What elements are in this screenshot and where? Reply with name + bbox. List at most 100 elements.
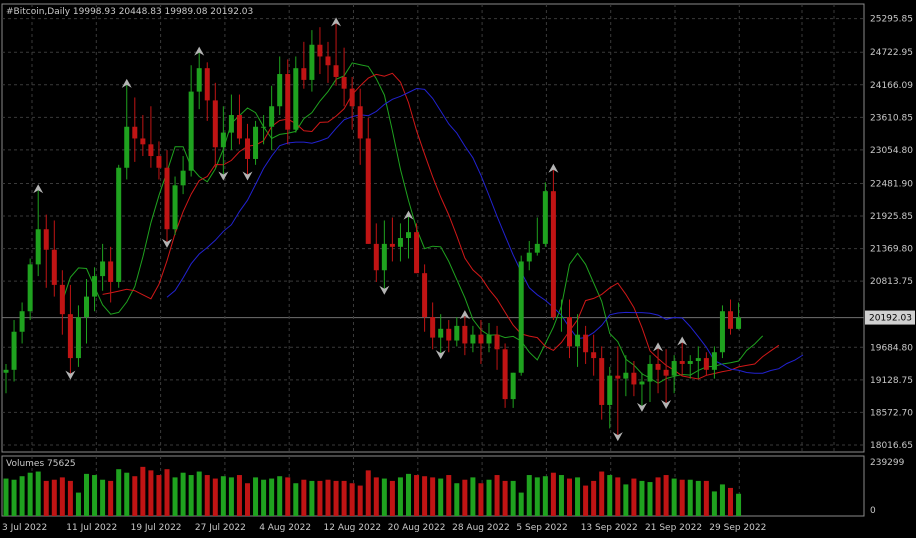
- candle-bull: [542, 191, 548, 244]
- volume-bar: [567, 478, 572, 516]
- candle-bear: [365, 138, 371, 244]
- volume-bar: [164, 469, 170, 516]
- candle-bear: [301, 68, 307, 80]
- volume-bar: [236, 475, 242, 516]
- candle-bull: [719, 311, 725, 353]
- candle-bull: [261, 126, 267, 128]
- candle-bear: [156, 156, 162, 168]
- volume-bar: [478, 483, 484, 516]
- candle-bull: [92, 276, 98, 297]
- date-tick-label: 5 Sep 2022: [516, 523, 567, 533]
- date-tick-label: 27 Jul 2022: [195, 523, 246, 533]
- volume-bar: [325, 479, 331, 516]
- candle-bull: [711, 352, 717, 370]
- price-frame: [1, 3, 865, 453]
- volume-bar: [655, 477, 661, 516]
- candle-bull: [188, 91, 194, 171]
- candle-bull: [293, 68, 299, 130]
- candle-bull: [19, 311, 25, 332]
- volume-bar: [671, 478, 677, 516]
- candle-bull: [397, 238, 403, 247]
- candle-bull: [438, 328, 444, 338]
- volume-bar: [414, 475, 420, 516]
- candle-bull: [84, 296, 89, 318]
- candle-bull: [35, 229, 41, 265]
- date-tick-label: 20 Aug 2022: [388, 523, 446, 533]
- candle-bear: [703, 358, 709, 370]
- chart-title: #Bitcoin,Daily 19998.93 20448.83 19989.0…: [6, 7, 253, 17]
- volume-bar: [35, 471, 41, 516]
- volume-bar: [317, 480, 323, 516]
- candle-bear: [550, 191, 556, 318]
- candle-bull: [180, 170, 186, 186]
- candle-bull: [220, 132, 226, 148]
- candle-bull: [470, 334, 476, 344]
- volume-bar: [406, 473, 411, 516]
- candle-bull: [486, 334, 492, 344]
- candle-bear: [245, 138, 250, 159]
- volume-bar: [486, 479, 492, 516]
- candle-bull: [3, 369, 9, 373]
- price-tick-label: 18016.65: [870, 441, 913, 451]
- candle-bear: [148, 144, 154, 157]
- volume-bar: [301, 479, 307, 516]
- candle-bull: [172, 185, 178, 230]
- volume-bar: [663, 475, 669, 516]
- price-tick-label: 25295.85: [870, 15, 913, 25]
- volume-bar: [639, 480, 645, 516]
- volume-bars: [3, 466, 742, 516]
- candle-bull: [406, 232, 411, 239]
- candle-bear: [631, 372, 637, 385]
- volume-bar: [341, 480, 347, 516]
- candle-bear: [108, 261, 114, 282]
- volume-bar: [245, 483, 250, 516]
- volume-bar: [261, 479, 267, 516]
- candle-bull: [518, 261, 524, 373]
- candle-bull: [124, 126, 130, 168]
- candle-bear: [389, 243, 395, 247]
- candle-bear: [43, 229, 49, 250]
- volume-bar: [277, 476, 283, 516]
- volume-bar: [333, 480, 339, 516]
- candle-bull: [269, 106, 275, 127]
- volume-bar: [558, 475, 564, 516]
- volume-bar: [156, 475, 162, 516]
- candle-bear: [414, 232, 420, 274]
- volume-bar: [204, 475, 210, 516]
- date-tick-label: 29 Sep 2022: [709, 523, 766, 533]
- price-tick-label: 24722.95: [870, 48, 913, 58]
- volume-bar: [100, 479, 106, 516]
- candle-bear: [285, 74, 291, 130]
- candle-bull: [607, 375, 613, 405]
- candle-bear: [164, 167, 170, 230]
- volume-bar: [180, 472, 186, 516]
- volume-bar: [220, 476, 226, 516]
- axes: 25295.85 24722.95 24166.09 23610.85 23054.80…: [2, 15, 915, 533]
- volume-tick-label: 239299: [870, 458, 905, 468]
- volume-bar: [188, 475, 194, 516]
- date-tick-label: 11 Jul 2022: [66, 523, 117, 533]
- volume-bar: [494, 475, 500, 516]
- candle-bull: [736, 317, 742, 329]
- volume-bar: [92, 475, 98, 516]
- price-tick-label: 21369.80: [870, 245, 913, 255]
- volume-bar: [631, 478, 637, 516]
- price-tick-label: 20813.75: [870, 277, 913, 287]
- volume-bar: [679, 479, 685, 516]
- candle-bear: [67, 314, 73, 359]
- candle-bull: [534, 243, 540, 253]
- candle-bear: [655, 363, 661, 370]
- candle-bull: [623, 372, 629, 379]
- candle-bear: [446, 328, 452, 341]
- candle-bull: [671, 361, 677, 376]
- price-tick-label: 22481.90: [870, 179, 913, 189]
- volume-bar: [309, 480, 315, 516]
- volume-bar: [534, 477, 540, 516]
- volume-bar: [148, 470, 154, 516]
- volume-bar: [623, 484, 629, 516]
- candle-bull: [639, 381, 645, 385]
- volume-bar: [583, 485, 589, 516]
- volume-bar: [140, 466, 146, 516]
- candle-bull: [309, 44, 315, 80]
- volume-bar: [357, 485, 363, 516]
